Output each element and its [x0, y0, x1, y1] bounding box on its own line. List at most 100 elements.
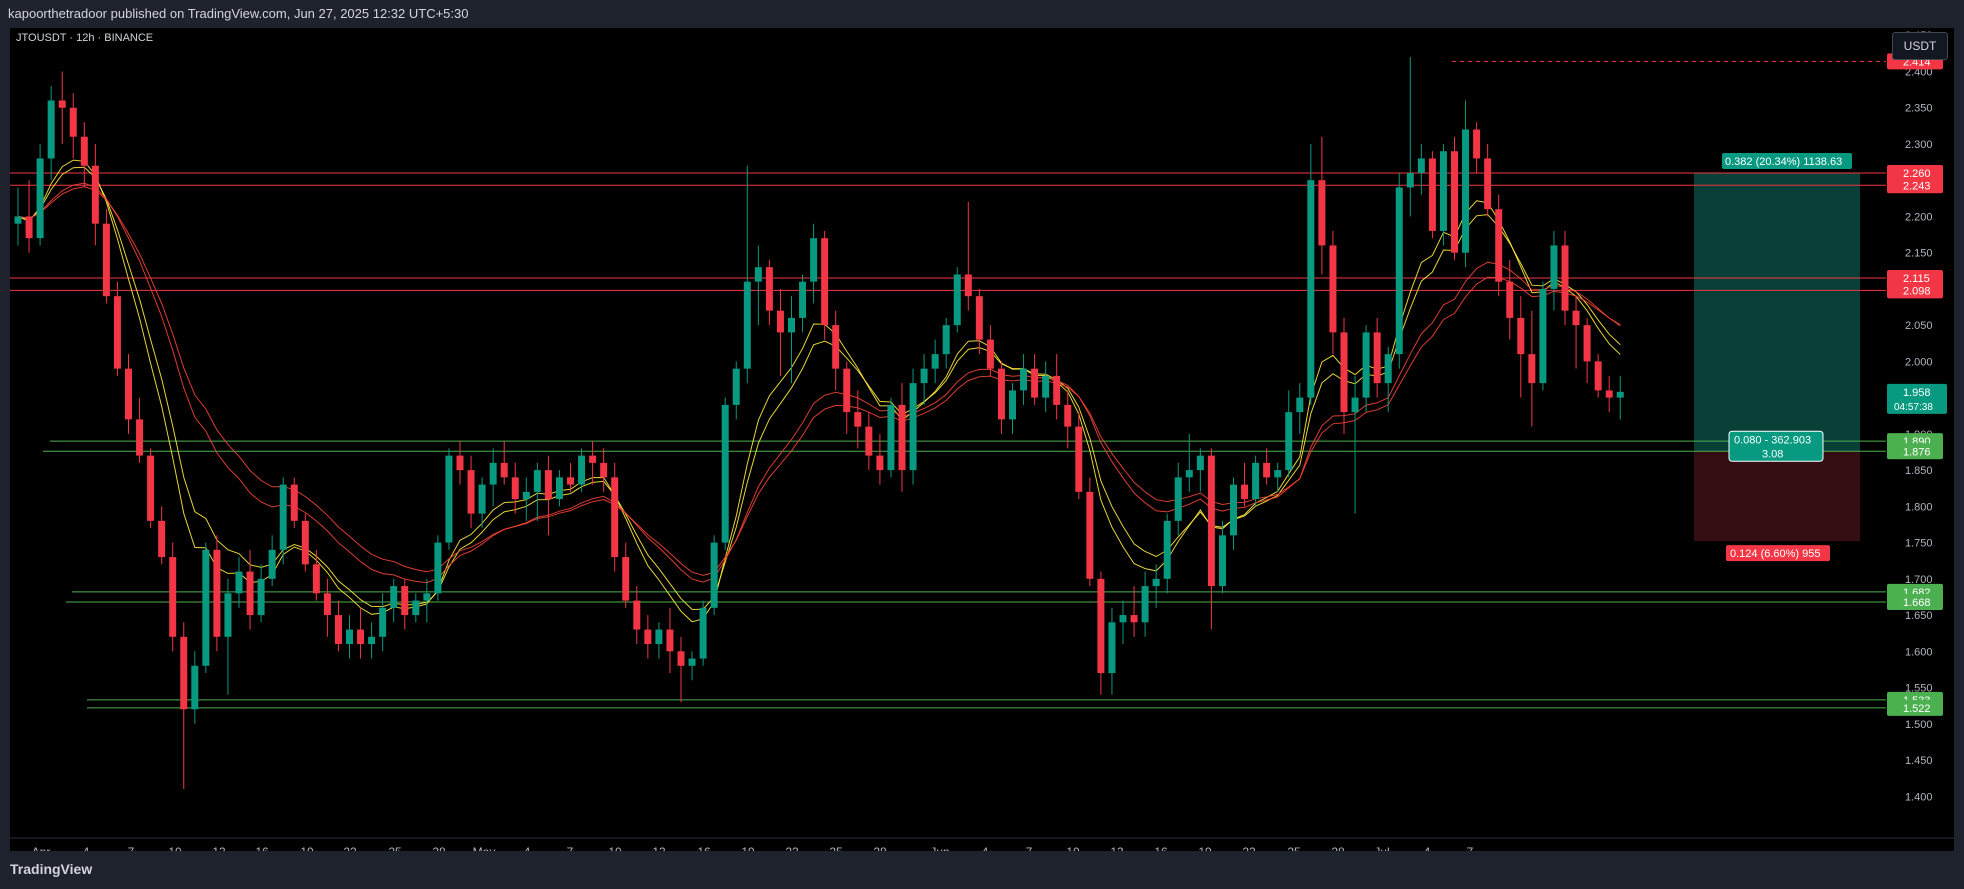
candle-body: [1439, 151, 1447, 231]
candle-body: [1572, 310, 1580, 326]
candle-body: [58, 100, 66, 108]
price-chart[interactable]: JTOUSDT · 12h · BINANCE 1.400 1.450 1.500 1.…: [10, 28, 1954, 851]
candle-body: [1218, 535, 1226, 587]
candle-body: [434, 542, 442, 594]
entry-label-2: 3.08: [1762, 448, 1783, 460]
candle-body: [1252, 462, 1260, 500]
candle-body: [1009, 390, 1016, 420]
candle-body: [1406, 172, 1414, 188]
candle-body: [412, 600, 420, 616]
candle-body: [699, 607, 707, 659]
candle-body: [323, 593, 331, 616]
candle-body: [1274, 470, 1282, 478]
candle-body: [1185, 470, 1193, 478]
candle-body: [257, 578, 265, 616]
candle-body: [1329, 245, 1337, 333]
candle-body: [36, 158, 44, 239]
candle-body: [1141, 586, 1149, 623]
candle-body: [489, 462, 497, 485]
candle-body: [334, 615, 342, 645]
candle-body: [898, 404, 906, 471]
candle-body: [854, 412, 862, 427]
candle-body: [1119, 615, 1127, 623]
candle-body: [942, 325, 950, 355]
candle-body: [390, 586, 398, 608]
candle-body: [1428, 158, 1436, 231]
candle-body: [1307, 180, 1315, 398]
candle-body: [821, 238, 829, 326]
candle-body: [1230, 484, 1237, 536]
candle-body: [147, 455, 155, 521]
candle-body: [1462, 129, 1470, 253]
tradingview-frame: kapoorthetradoor published on TradingVie…: [0, 0, 1964, 889]
candle-body: [843, 368, 851, 413]
candle-body: [312, 564, 320, 594]
candle-body: [1285, 412, 1293, 471]
candle-body: [500, 462, 508, 478]
candle-body: [1064, 404, 1072, 427]
candle-body: [1163, 520, 1171, 579]
stop-zone: [1694, 451, 1860, 542]
candle-body: [1561, 245, 1569, 311]
publish-info: kapoorthetradoor published on TradingVie…: [8, 6, 469, 21]
currency-button[interactable]: USDT: [1892, 32, 1948, 60]
candle-body: [810, 238, 818, 282]
candle-body: [622, 557, 630, 601]
level-price-label: 2.243: [1903, 180, 1931, 192]
y-tick-label: 1.800: [1905, 501, 1933, 513]
candle-body: [986, 339, 994, 369]
candle-body: [997, 368, 1005, 420]
candle-body: [169, 557, 177, 637]
candle-body: [865, 426, 873, 456]
candle-body: [191, 665, 199, 710]
candle-body: [677, 651, 685, 666]
candle-body: [478, 484, 486, 514]
candle-body: [887, 404, 895, 471]
candle-body: [213, 549, 221, 637]
target-zone: [1694, 172, 1860, 452]
candle-body: [102, 223, 110, 297]
candle-body: [1362, 332, 1370, 398]
level-price-label: 1.522: [1903, 703, 1931, 715]
candle-body: [799, 281, 807, 318]
candle-body: [533, 470, 541, 492]
candle-body: [666, 629, 674, 652]
level-price-label: 1.876: [1903, 446, 1931, 458]
candle-body: [688, 658, 696, 666]
candle-body: [710, 542, 718, 608]
chart-area[interactable]: JTOUSDT · 12h · BINANCE 1.400 1.450 1.500 1.…: [10, 28, 1954, 851]
candle-body: [246, 571, 254, 616]
candle-body: [544, 470, 552, 500]
publish-header: kapoorthetradoor published on TradingVie…: [0, 0, 1964, 28]
candle-body: [224, 593, 232, 637]
candle-body: [920, 368, 928, 384]
candle-body: [1075, 426, 1083, 492]
candle-body: [611, 477, 619, 558]
candle-body: [1097, 578, 1105, 674]
candle-body: [202, 549, 210, 666]
target-label: 0.382 (20.34%) 1138.63: [1725, 156, 1842, 168]
candle-body: [467, 470, 475, 514]
candle-body: [589, 455, 597, 463]
y-tick-label: 1.600: [1905, 646, 1933, 658]
candle-body: [290, 484, 298, 521]
candle-body: [1340, 332, 1348, 413]
candle-body: [567, 477, 574, 485]
candle-body: [1042, 375, 1050, 398]
candle-body: [765, 267, 773, 311]
candle-body: [721, 404, 729, 543]
candle-body: [401, 586, 409, 616]
ema-fast-2: [17, 166, 1621, 611]
candle-body: [732, 368, 740, 405]
candle-body: [1550, 245, 1558, 289]
candle-body: [80, 136, 88, 166]
candle-body: [235, 571, 243, 594]
candle-body: [511, 477, 519, 500]
candle-body: [743, 281, 751, 369]
candle-body: [522, 491, 530, 500]
candle-body: [953, 274, 961, 326]
y-tick-label: 1.650: [1905, 610, 1933, 622]
candle-body: [655, 629, 663, 645]
candle-body: [1451, 151, 1458, 253]
candle-body: [1473, 129, 1481, 159]
